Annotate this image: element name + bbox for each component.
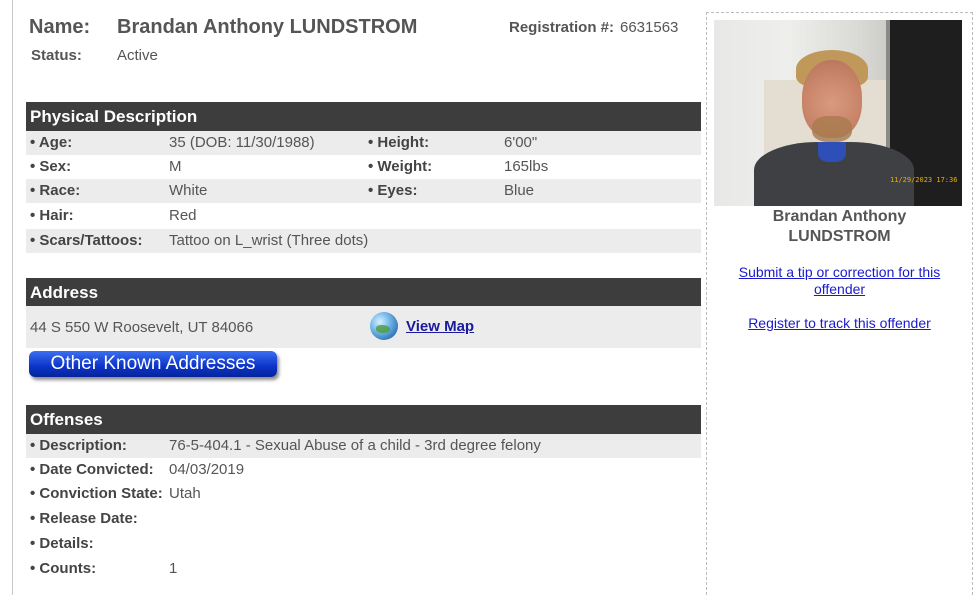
counts-label: • Counts: <box>30 560 97 577</box>
offense-row-description: • Description: 76-5-404.1 - Sexual Abuse… <box>26 434 701 458</box>
photo-collar <box>818 142 846 162</box>
scars-value: Tattoo on L_wrist (Three dots) <box>169 232 369 249</box>
hair-value: Red <box>169 207 197 224</box>
release-date-label: • Release Date: <box>30 510 138 527</box>
physical-row-age-height: • Age: 35 (DOB: 11/30/1988) • Height: 6'… <box>26 131 701 155</box>
address-row: 44 S 550 W Roosevelt, UT 84066 View Map <box>26 306 701 348</box>
offense-row-details: • Details: <box>26 532 701 556</box>
sidebar: 11/29/2023 17:36 Brandan Anthony LUNDSTR… <box>706 12 973 595</box>
hair-label: • Hair: <box>30 207 74 224</box>
weight-label: • Weight: <box>368 158 433 175</box>
name-label: Name: <box>29 16 91 38</box>
date-convicted-value: 04/03/2019 <box>169 461 245 478</box>
details-label: • Details: <box>30 535 94 552</box>
age-label: • Age: <box>30 134 73 151</box>
globe-icon[interactable] <box>370 312 398 340</box>
conviction-state-value: Utah <box>169 485 201 502</box>
physical-description-header: Physical Description <box>26 102 701 131</box>
sex-value: M <box>169 158 182 175</box>
weight-value: 165lbs <box>504 158 549 175</box>
height-label: • Height: <box>368 134 430 151</box>
eyes-label: • Eyes: <box>368 182 418 199</box>
offense-row-counts: • Counts: 1 <box>26 557 701 581</box>
scars-label: • Scars/Tattoos: <box>30 232 143 249</box>
eyes-value: Blue <box>504 182 535 199</box>
description-value: 76-5-404.1 - Sexual Abuse of a child - 3… <box>169 437 541 454</box>
registration-label: Registration #: <box>509 19 615 36</box>
height-value: 6'00" <box>504 134 538 151</box>
address-line: 44 S 550 W Roosevelt, UT 84066 <box>30 319 254 336</box>
offender-name: Brandan Anthony LUNDSTROM <box>117 16 418 38</box>
offender-photo: 11/29/2023 17:36 <box>714 20 962 206</box>
physical-row-scars: • Scars/Tattoos: Tattoo on L_wrist (Thre… <box>26 229 701 253</box>
physical-row-hair: • Hair: Red <box>26 204 701 228</box>
submit-tip-link[interactable]: Submit a tip or correction for this offe… <box>717 264 962 298</box>
registration-number: 6631563 <box>620 19 679 36</box>
description-label: • Description: <box>30 437 127 454</box>
register-track-link[interactable]: Register to track this offender <box>717 315 962 332</box>
other-known-addresses-button[interactable]: Other Known Addresses <box>29 351 277 377</box>
offense-row-state: • Conviction State: Utah <box>26 482 701 506</box>
date-convicted-label: • Date Convicted: <box>30 461 154 478</box>
sidebar-name-line2: LUNDSTROM <box>788 228 891 245</box>
status-value: Active <box>117 47 158 64</box>
photo-beard <box>812 116 852 142</box>
conviction-state-label: • Conviction State: <box>30 485 163 502</box>
offenses-header: Offenses <box>26 405 701 434</box>
sidebar-offender-name: Brandan Anthony LUNDSTROM <box>707 207 972 247</box>
race-label: • Race: <box>30 182 81 199</box>
race-value: White <box>169 182 208 199</box>
address-header: Address <box>26 278 701 307</box>
main-content: Name: Brandan Anthony LUNDSTROM Registra… <box>13 0 713 595</box>
view-map-link[interactable]: View Map <box>406 318 474 335</box>
physical-row-race-eyes: • Race: White • Eyes: Blue <box>26 179 701 203</box>
sex-label: • Sex: <box>30 158 72 175</box>
physical-row-sex-weight: • Sex: M • Weight: 165lbs <box>26 155 701 179</box>
age-value: 35 (DOB: 11/30/1988) <box>169 134 315 151</box>
counts-value: 1 <box>169 560 178 577</box>
offender-page: Name: Brandan Anthony LUNDSTROM Registra… <box>12 0 973 595</box>
offense-row-date: • Date Convicted: 04/03/2019 <box>26 458 701 482</box>
photo-timestamp: 11/29/2023 17:36 <box>890 176 958 184</box>
status-label: Status: <box>31 47 82 64</box>
offense-row-release: • Release Date: <box>26 507 701 531</box>
sidebar-name-line1: Brandan Anthony <box>772 208 907 225</box>
